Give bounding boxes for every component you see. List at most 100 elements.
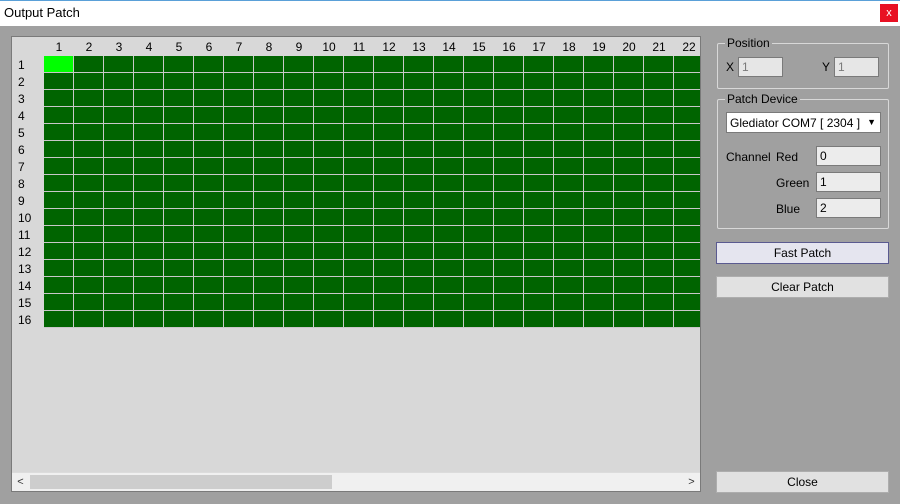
grid-cell[interactable] [614, 56, 644, 73]
grid-cell[interactable] [644, 277, 674, 294]
grid-cell[interactable] [584, 243, 614, 260]
grid-cell[interactable] [434, 90, 464, 107]
grid-cell[interactable] [194, 158, 224, 175]
grid-cell[interactable] [494, 294, 524, 311]
grid-cell[interactable] [434, 192, 464, 209]
grid-cell[interactable] [374, 243, 404, 260]
grid-cell[interactable] [224, 192, 254, 209]
grid-cell[interactable] [104, 277, 134, 294]
grid-cell[interactable] [224, 226, 254, 243]
grid-cell[interactable] [314, 192, 344, 209]
grid-cell[interactable] [74, 175, 104, 192]
grid-cell[interactable] [164, 56, 194, 73]
grid-cell[interactable] [344, 107, 374, 124]
grid-cell[interactable] [674, 90, 700, 107]
grid-cell[interactable] [464, 141, 494, 158]
grid-cell[interactable] [374, 209, 404, 226]
grid-cell[interactable] [314, 277, 344, 294]
grid-cell[interactable] [284, 192, 314, 209]
grid-cell[interactable] [134, 107, 164, 124]
grid-cell[interactable] [434, 277, 464, 294]
grid-cell[interactable] [614, 277, 644, 294]
grid-cell[interactable] [644, 243, 674, 260]
grid-cell[interactable] [524, 277, 554, 294]
grid-cell[interactable] [104, 175, 134, 192]
grid-cell[interactable] [494, 260, 524, 277]
grid-cell[interactable] [104, 260, 134, 277]
grid-cell[interactable] [614, 311, 644, 328]
grid-cell[interactable] [134, 73, 164, 90]
grid-cell[interactable] [194, 141, 224, 158]
grid-cell[interactable] [44, 124, 74, 141]
grid-cell[interactable] [464, 158, 494, 175]
grid-cell[interactable] [104, 158, 134, 175]
grid-cell[interactable] [314, 90, 344, 107]
grid-cell[interactable] [314, 311, 344, 328]
grid-cell[interactable] [224, 124, 254, 141]
grid-cell[interactable] [104, 90, 134, 107]
grid-cell[interactable] [614, 73, 644, 90]
grid-cell[interactable] [404, 56, 434, 73]
grid-cell[interactable] [434, 311, 464, 328]
grid-cell[interactable] [194, 73, 224, 90]
grid-cell[interactable] [464, 311, 494, 328]
grid-cell[interactable] [314, 226, 344, 243]
grid-cell[interactable] [134, 260, 164, 277]
grid-cell[interactable] [404, 90, 434, 107]
grid-cell[interactable] [554, 141, 584, 158]
grid-cell[interactable] [584, 158, 614, 175]
grid-cell[interactable] [314, 243, 344, 260]
grid-cell[interactable] [374, 260, 404, 277]
grid-cell[interactable] [614, 294, 644, 311]
grid-cell[interactable] [644, 260, 674, 277]
grid-cell[interactable] [194, 175, 224, 192]
grid-cell[interactable] [44, 294, 74, 311]
grid-cell[interactable] [644, 209, 674, 226]
grid-cell[interactable] [224, 243, 254, 260]
grid-cell[interactable] [434, 226, 464, 243]
grid-cell[interactable] [374, 56, 404, 73]
grid-cell[interactable] [434, 124, 464, 141]
grid-cell[interactable] [464, 73, 494, 90]
grid-cell[interactable] [74, 107, 104, 124]
grid-cell[interactable] [344, 73, 374, 90]
grid-cell[interactable] [494, 209, 524, 226]
y-field[interactable]: 1 [834, 57, 879, 77]
grid-cell[interactable] [224, 90, 254, 107]
grid-cell[interactable] [104, 226, 134, 243]
grid-cell[interactable] [74, 192, 104, 209]
grid-cell[interactable] [584, 73, 614, 90]
grid-cell[interactable] [74, 209, 104, 226]
grid-cell[interactable] [464, 124, 494, 141]
grid-cell[interactable] [674, 226, 700, 243]
grid-cell[interactable] [404, 175, 434, 192]
grid-cell[interactable] [374, 277, 404, 294]
grid-cell[interactable] [674, 56, 700, 73]
grid-cell[interactable] [344, 158, 374, 175]
grid-cell[interactable] [674, 158, 700, 175]
grid-cell[interactable] [644, 192, 674, 209]
grid-cell[interactable] [464, 277, 494, 294]
grid-cell[interactable] [344, 243, 374, 260]
grid-cell[interactable] [524, 226, 554, 243]
grid-cell[interactable] [284, 175, 314, 192]
grid-cell[interactable] [284, 124, 314, 141]
grid-cell[interactable] [614, 124, 644, 141]
grid-cell[interactable] [494, 158, 524, 175]
grid-cell[interactable] [614, 90, 644, 107]
grid-cell[interactable] [374, 124, 404, 141]
grid-cell[interactable] [164, 192, 194, 209]
grid-cell[interactable] [74, 141, 104, 158]
horizontal-scrollbar[interactable]: < > [12, 472, 700, 491]
grid-cell[interactable] [164, 260, 194, 277]
grid-cell[interactable] [404, 260, 434, 277]
grid-cell[interactable] [374, 226, 404, 243]
grid-cell[interactable] [164, 294, 194, 311]
grid-cell[interactable] [494, 141, 524, 158]
grid-cell[interactable] [74, 226, 104, 243]
grid-cell[interactable] [674, 277, 700, 294]
grid-cell[interactable] [134, 209, 164, 226]
grid-cell[interactable] [314, 107, 344, 124]
grid-cell[interactable] [614, 209, 644, 226]
green-channel-field[interactable]: 1 [816, 172, 881, 192]
